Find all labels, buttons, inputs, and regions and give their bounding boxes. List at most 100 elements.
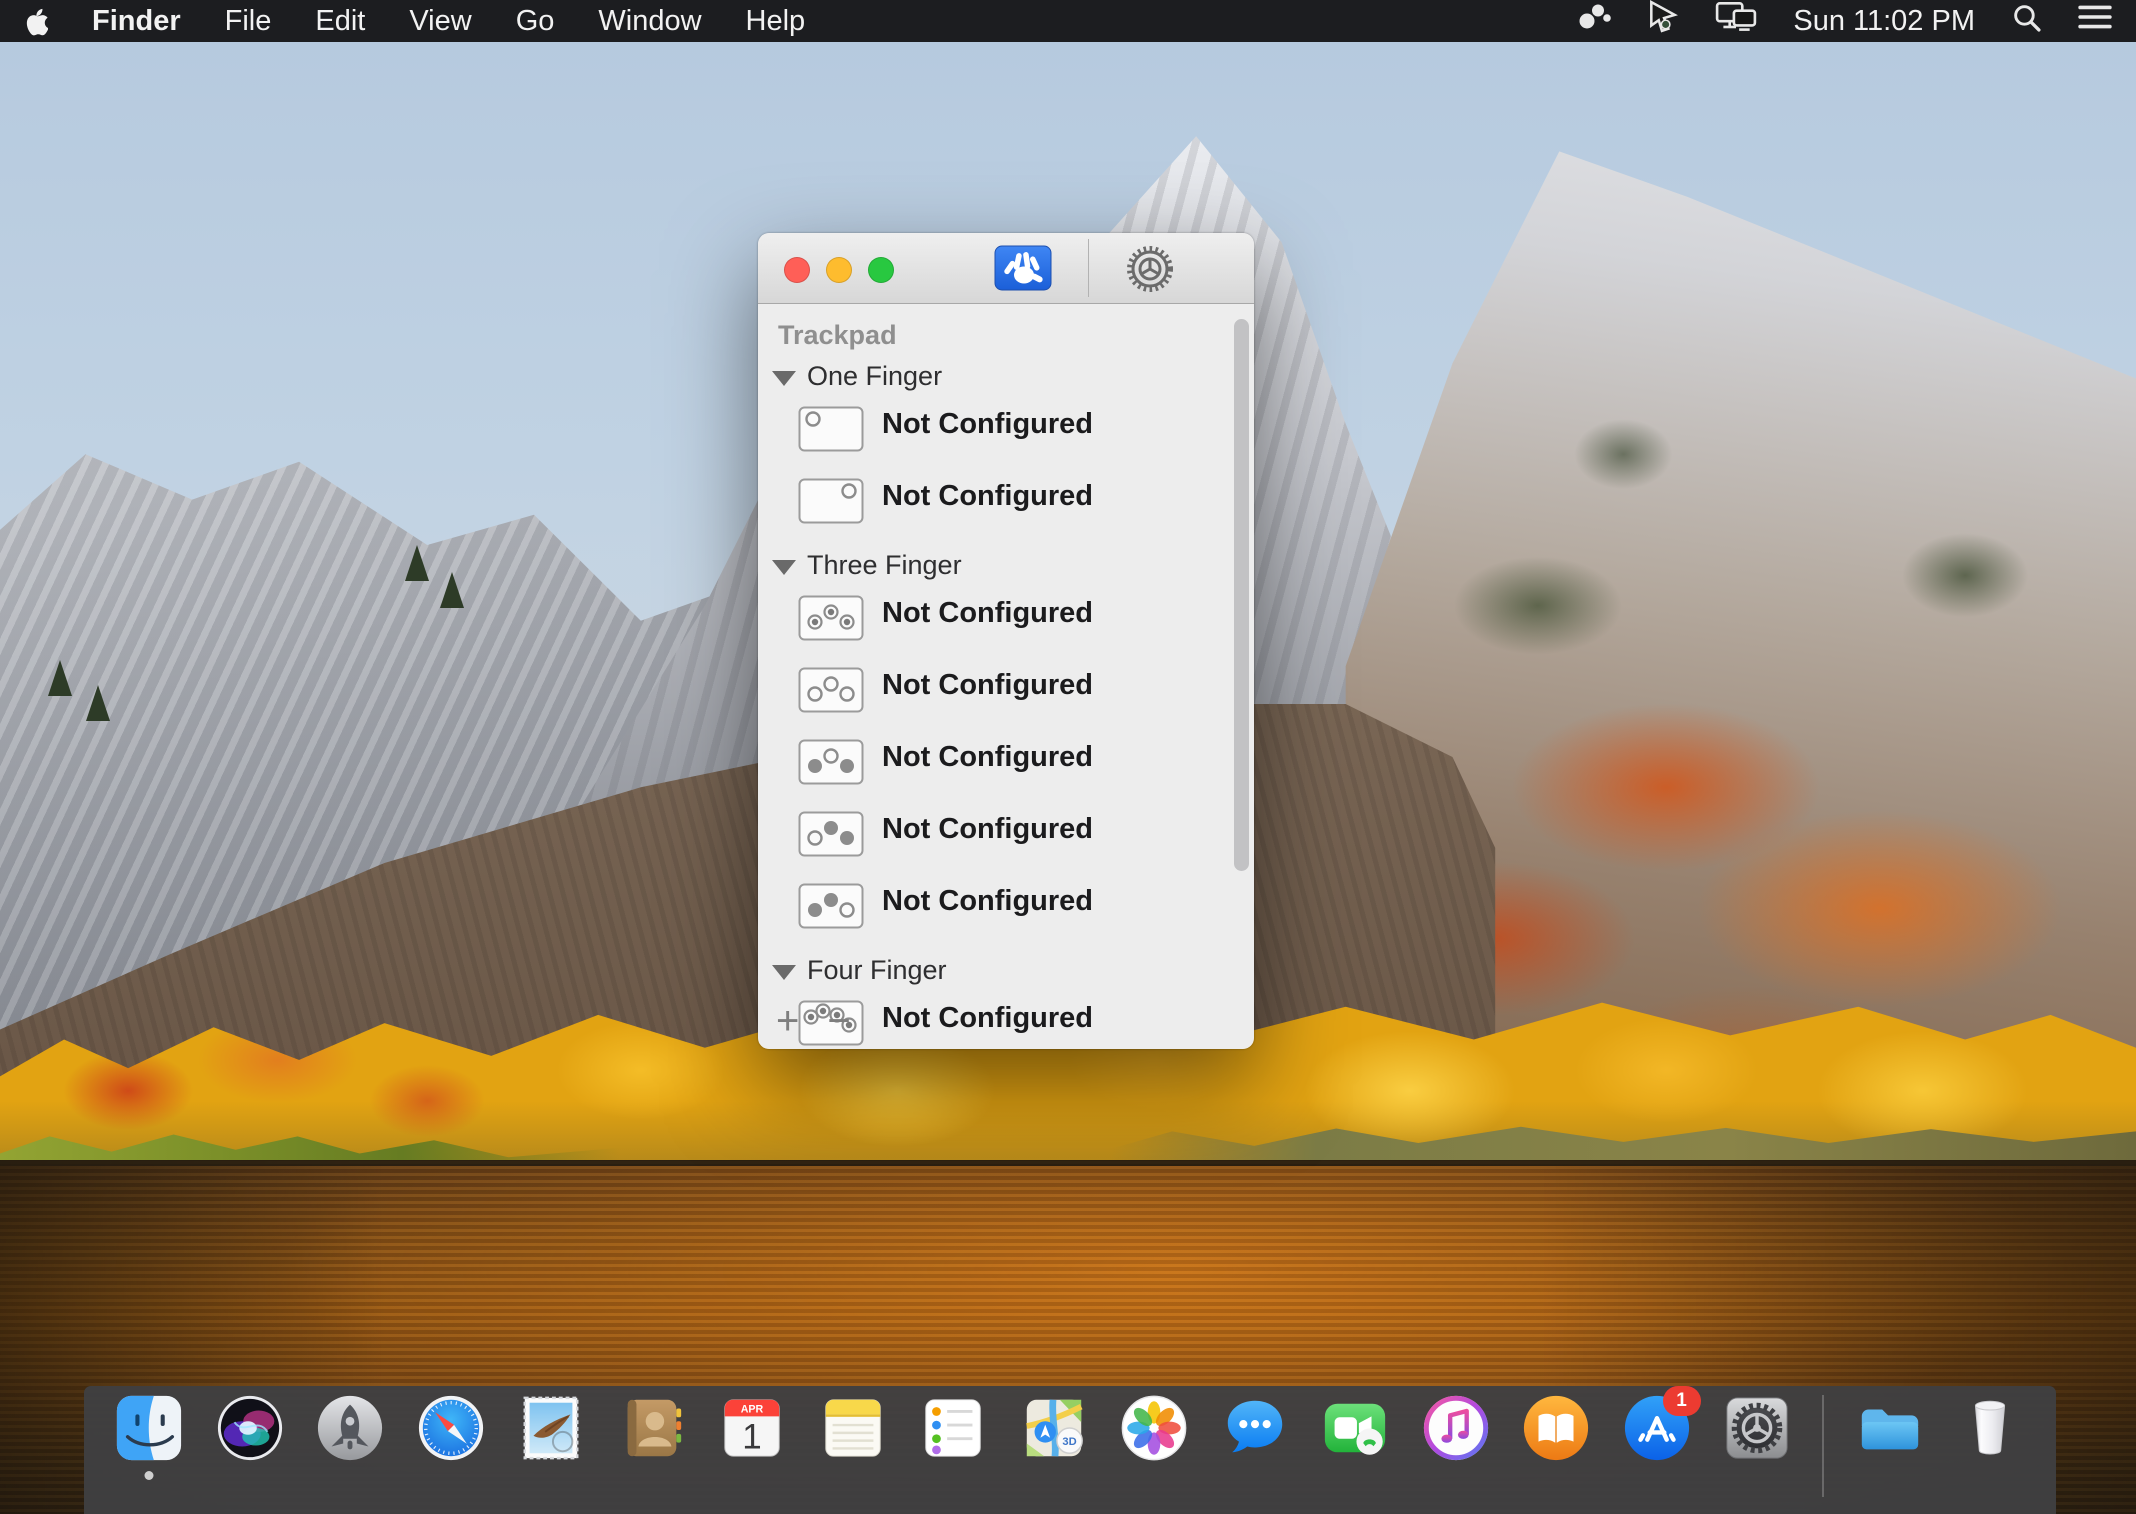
dock-item-notes[interactable] xyxy=(818,1393,888,1463)
window-controls xyxy=(784,257,894,283)
three-finger-tiptap-left-icon xyxy=(798,811,882,862)
screen-mirroring-icon[interactable] xyxy=(1715,1,1757,41)
section-header-one-finger: One Finger xyxy=(772,361,1254,392)
disclosure-triangle-icon[interactable] xyxy=(772,371,796,386)
maps-icon: 3D xyxy=(1019,1450,1089,1467)
dock-item-itunes[interactable] xyxy=(1421,1393,1491,1463)
trackpad-tab[interactable] xyxy=(994,245,1052,294)
disclosure-triangle-icon[interactable] xyxy=(772,965,796,980)
menu-bar-status-area: Sun 11:02 PM xyxy=(1577,0,2112,42)
remove-gesture-button[interactable]: − xyxy=(827,1001,850,1041)
gesture-list-pane: Trackpad One Finger Not Configured Not Con… xyxy=(758,304,1254,1049)
gesture-row-three-finger-tap[interactable]: Not Configured xyxy=(798,595,1254,646)
add-remove-controls: + − xyxy=(776,1001,851,1041)
menu-item-go[interactable]: Go xyxy=(516,5,555,38)
gesture-row-four-finger-tap[interactable]: Not Configured xyxy=(798,1000,1254,1049)
dock: APR 1 3D 1 xyxy=(84,1386,2056,1514)
dock-item-safari[interactable] xyxy=(416,1393,486,1463)
section-header-three-finger: Three Finger xyxy=(772,550,1254,581)
menu-item-window[interactable]: Window xyxy=(598,5,701,38)
running-indicator xyxy=(145,1471,154,1480)
section-label: Three Finger xyxy=(807,550,962,581)
dock-item-books[interactable] xyxy=(1521,1393,1591,1463)
close-button[interactable] xyxy=(784,257,810,283)
gesture-row-tap-top-right-corner[interactable]: Not Configured xyxy=(798,478,1254,529)
window-title-bar[interactable] xyxy=(758,233,1254,304)
dock-item-messages[interactable] xyxy=(1220,1393,1290,1463)
dock-item-facetime[interactable] xyxy=(1320,1393,1390,1463)
apple-icon[interactable] xyxy=(24,7,48,36)
facetime-icon xyxy=(1320,1450,1390,1467)
menu-item-file[interactable]: File xyxy=(225,5,272,38)
add-gesture-button[interactable]: + xyxy=(776,1001,799,1041)
svg-text:APR: APR xyxy=(741,1403,764,1415)
messages-icon xyxy=(1220,1450,1290,1467)
zoom-button[interactable] xyxy=(868,257,894,283)
notification-badge: 1 xyxy=(1663,1386,1701,1416)
toolbar-divider xyxy=(1088,239,1089,297)
dock-item-calendar[interactable]: APR 1 xyxy=(717,1393,787,1463)
gesture-action-label: Not Configured xyxy=(882,408,1093,441)
dock-item-maps[interactable]: 3D xyxy=(1019,1393,1089,1463)
gesture-row-three-finger-tiptap-right[interactable]: Not Configured xyxy=(798,883,1254,934)
siri-icon xyxy=(215,1450,285,1467)
dock-item-finder[interactable] xyxy=(114,1393,184,1463)
gesture-row-three-finger-tiptap-left[interactable]: Not Configured xyxy=(798,811,1254,862)
dock-item-launchpad[interactable] xyxy=(315,1393,385,1463)
section-label: One Finger xyxy=(807,361,942,392)
books-icon xyxy=(1521,1450,1591,1467)
dock-item-reminders[interactable] xyxy=(918,1393,988,1463)
sysprefs-icon xyxy=(1722,1450,1792,1467)
three-finger-tiptap-middle-icon xyxy=(798,739,882,790)
menu-item-help[interactable]: Help xyxy=(746,5,806,38)
dock-item-siri[interactable] xyxy=(215,1393,285,1463)
pane-title: Trackpad xyxy=(778,320,1254,351)
menu-bar-clock[interactable]: Sun 11:02 PM xyxy=(1793,5,1975,38)
dock-item-photos[interactable] xyxy=(1119,1393,1189,1463)
dock-item-downloads[interactable] xyxy=(1855,1393,1925,1463)
disclosure-triangle-icon[interactable] xyxy=(772,560,796,575)
gesture-action-label: Not Configured xyxy=(882,1002,1093,1035)
dock-item-contacts[interactable] xyxy=(617,1393,687,1463)
menu-bar: Finder File Edit View Go Window Help Sun 11:02… xyxy=(0,0,2136,42)
svg-text:3D: 3D xyxy=(1062,1436,1076,1448)
reminders-icon xyxy=(918,1450,988,1467)
finder-icon xyxy=(114,1450,184,1467)
gesture-action-label: Not Configured xyxy=(882,480,1093,513)
dock-item-sysprefs[interactable] xyxy=(1722,1393,1792,1463)
menu-item-edit[interactable]: Edit xyxy=(315,5,365,38)
safari-icon xyxy=(416,1450,486,1467)
section-header-four-finger: Four Finger xyxy=(772,955,1254,986)
dock-separator xyxy=(1822,1395,1824,1497)
photos-icon xyxy=(1119,1450,1189,1467)
pine-tree xyxy=(48,660,72,696)
pointer-icon[interactable] xyxy=(1647,0,1679,42)
menu-item-finder[interactable]: Finder xyxy=(92,5,181,38)
gesture-action-label: Not Configured xyxy=(882,885,1093,918)
gear-icon xyxy=(1124,283,1176,298)
gesture-row-three-finger-tiptap-middle[interactable]: Not Configured xyxy=(798,739,1254,790)
mail-icon xyxy=(516,1450,586,1467)
menu-bar-left: Finder File Edit View Go Window Help xyxy=(24,5,805,38)
app-dots-icon[interactable] xyxy=(1577,2,1611,40)
pine-tree xyxy=(405,545,429,581)
minimize-button[interactable] xyxy=(826,257,852,283)
tap-top-right-corner-icon xyxy=(798,478,882,529)
three-finger-touch-icon xyxy=(798,667,882,718)
downloads-icon xyxy=(1855,1450,1925,1467)
gesture-row-tap-top-left-corner[interactable]: Not Configured xyxy=(798,406,1254,457)
section-label: Four Finger xyxy=(807,955,947,986)
scrollbar-thumb[interactable] xyxy=(1234,319,1249,871)
spotlight-icon[interactable] xyxy=(2011,2,2042,41)
dock-item-trash[interactable] xyxy=(1955,1393,2025,1463)
svg-text:1: 1 xyxy=(743,1417,762,1456)
gesture-row-three-finger-touch[interactable]: Not Configured xyxy=(798,667,1254,718)
menu-item-view[interactable]: View xyxy=(409,5,471,38)
notification-center-icon[interactable] xyxy=(2078,3,2112,39)
dock-item-appstore[interactable]: 1 xyxy=(1622,1393,1692,1463)
dock-item-mail[interactable] xyxy=(516,1393,586,1463)
gesture-action-label: Not Configured xyxy=(882,741,1093,774)
trash-icon xyxy=(1955,1450,2025,1467)
gesture-action-label: Not Configured xyxy=(882,813,1093,846)
settings-tab[interactable] xyxy=(1124,243,1176,298)
